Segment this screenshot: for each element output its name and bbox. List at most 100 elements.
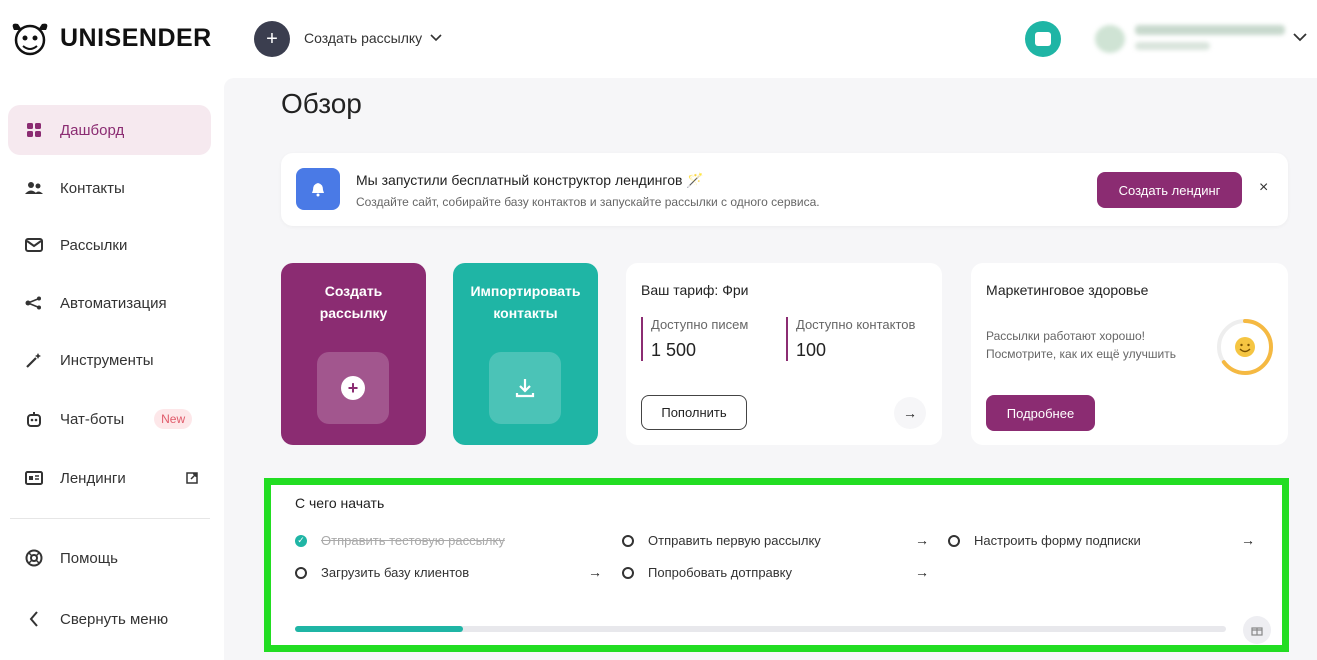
sidebar-item-label: Инструменты — [60, 351, 154, 369]
avatar[interactable] — [1095, 25, 1125, 53]
contacts-value: 100 — [796, 340, 827, 360]
download-icon — [515, 379, 535, 398]
circle-icon — [622, 534, 634, 547]
create-campaign-label: Создать рассылку — [304, 30, 423, 46]
banner-title: Мы запустили бесплатный конструктор ленд… — [356, 172, 704, 188]
top-up-button[interactable]: Пополнить — [641, 395, 747, 430]
plus-circle-icon: + — [341, 376, 365, 400]
health-text-line2: Посмотрите, как их ещё улучшить — [986, 347, 1176, 361]
circle-icon — [948, 534, 960, 547]
mail-icon — [24, 235, 44, 255]
circle-icon — [295, 566, 307, 579]
health-description: Рассылки работают хорошо! Посмотрите, ка… — [986, 327, 1176, 363]
create-campaign-plus-button[interactable]: + — [254, 21, 290, 57]
task-label: Настроить форму подписки — [974, 533, 1141, 548]
task-try-resend[interactable]: Попробовать дотправку — [622, 565, 792, 580]
details-button[interactable]: Подробнее — [986, 395, 1095, 431]
bell-icon — [296, 168, 340, 210]
progress-bar — [295, 626, 1226, 632]
task-label: Загрузить базу клиентов — [321, 565, 470, 580]
arrow-right-icon[interactable]: → — [894, 397, 926, 429]
page-title: Обзор — [281, 88, 362, 119]
logo-text: UNISENDER — [60, 23, 212, 52]
letters-value: 1 500 — [651, 340, 697, 360]
import-contacts-card[interactable]: Импортировать контакты — [453, 263, 598, 445]
sidebar-item-campaigns[interactable]: Рассылки — [8, 220, 211, 270]
user-menu-chevron-icon[interactable] — [1293, 33, 1307, 42]
external-link-icon — [186, 472, 198, 484]
sidebar-item-landings[interactable]: Лендинги — [8, 453, 211, 503]
task-upload-base[interactable]: Загрузить базу клиентов — [295, 565, 469, 580]
task-send-test[interactable]: ✓ Отправить тестовую рассылку — [295, 533, 505, 548]
progress-fill — [295, 626, 463, 632]
getting-started-title: С чего начать — [295, 495, 385, 511]
user-plan-blurred — [1135, 42, 1210, 50]
banner-subtitle: Создайте сайт, собирайте базу контактов … — [356, 195, 820, 209]
chevron-left-icon — [24, 609, 44, 629]
sidebar-collapse-button[interactable]: Свернуть меню — [8, 594, 211, 644]
create-campaign-card[interactable]: Создать рассылку + — [281, 263, 426, 445]
contacts-stat: Доступно контактов 100 — [786, 317, 915, 361]
sidebar-item-label: Свернуть меню — [60, 610, 169, 628]
bot-icon — [24, 409, 44, 429]
chat-icon — [1035, 32, 1051, 46]
task-label: Отправить первую рассылку — [648, 533, 821, 548]
automation-icon — [24, 293, 44, 313]
close-icon[interactable]: × — [1259, 179, 1268, 197]
support-chat-button[interactable] — [1025, 21, 1061, 57]
magic-wand-icon — [24, 350, 44, 370]
sidebar-item-label: Помощь — [60, 549, 118, 567]
sidebar-item-dashboard[interactable]: Дашборд — [8, 105, 211, 155]
dashboard-icon — [24, 120, 44, 140]
health-text-line1: Рассылки работают хорошо! — [986, 329, 1145, 343]
task-label: Отправить тестовую рассылку — [321, 533, 505, 548]
health-title: Маркетинговое здоровье — [986, 282, 1149, 298]
sidebar-item-label: Чат-боты — [60, 410, 125, 428]
health-score-ring — [1217, 319, 1273, 375]
contacts-icon — [24, 178, 44, 198]
help-icon — [24, 548, 44, 568]
landing-promo-banner: Мы запустили бесплатный конструктор ленд… — [281, 153, 1288, 226]
sidebar-item-tools[interactable]: Инструменты — [8, 335, 211, 385]
create-landing-button[interactable]: Создать лендинг — [1097, 172, 1242, 208]
gift-icon[interactable] — [1243, 616, 1271, 644]
letters-label: Доступно писем — [651, 317, 749, 332]
card-title: Импортировать контакты — [470, 283, 581, 321]
download-icon-tile — [489, 352, 561, 424]
sidebar-item-help[interactable]: Помощь — [8, 533, 211, 583]
sidebar-item-label: Дашборд — [60, 121, 125, 139]
arrow-right-icon[interactable]: → — [915, 564, 929, 580]
sidebar-item-label: Лендинги — [60, 469, 126, 487]
tariff-title: Ваш тариф: Фри — [641, 282, 749, 298]
card-title: Создать рассылку — [319, 283, 388, 321]
landing-icon — [24, 468, 44, 488]
check-icon: ✓ — [295, 534, 307, 547]
marketing-health-card: Маркетинговое здоровье Рассылки работают… — [971, 263, 1288, 445]
sidebar-item-label: Автоматизация — [60, 294, 167, 312]
arrow-right-icon[interactable]: → — [915, 532, 929, 548]
sidebar-divider — [10, 518, 210, 519]
tariff-card: Ваш тариф: Фри Доступно писем 1 500 Дост… — [626, 263, 942, 445]
circle-icon — [622, 566, 634, 579]
sidebar: Дашборд Контакты Рассылки Автоматизация … — [0, 78, 222, 660]
arrow-right-icon[interactable]: → — [1241, 532, 1255, 548]
task-send-first[interactable]: Отправить первую рассылку — [622, 533, 821, 548]
arrow-right-icon[interactable]: → — [588, 564, 602, 580]
top-header: UNISENDER + Создать рассылку — [0, 0, 1317, 78]
task-subscribe-form[interactable]: Настроить форму подписки — [948, 533, 1141, 548]
sidebar-item-contacts[interactable]: Контакты — [8, 163, 211, 213]
create-campaign-dropdown[interactable]: Создать рассылку — [304, 30, 442, 46]
new-badge: New — [154, 409, 193, 429]
user-email-blurred[interactable] — [1135, 25, 1285, 35]
add-icon-tile: + — [317, 352, 389, 424]
sidebar-item-automation[interactable]: Автоматизация — [8, 278, 211, 328]
sidebar-item-label: Рассылки — [60, 236, 128, 254]
getting-started-panel: С чего начать ✓ Отправить тестовую рассы… — [264, 478, 1289, 652]
letters-stat: Доступно писем 1 500 — [641, 317, 748, 361]
sidebar-item-label: Контакты — [60, 179, 125, 197]
logo-mascot-icon — [12, 23, 48, 56]
contacts-label: Доступно контактов — [796, 317, 916, 332]
main-content: Обзор Мы запустили бесплатный конструкто… — [224, 78, 1317, 660]
logo[interactable]: UNISENDER — [8, 18, 212, 58]
sidebar-item-chatbots[interactable]: Чат-боты New — [8, 394, 211, 444]
